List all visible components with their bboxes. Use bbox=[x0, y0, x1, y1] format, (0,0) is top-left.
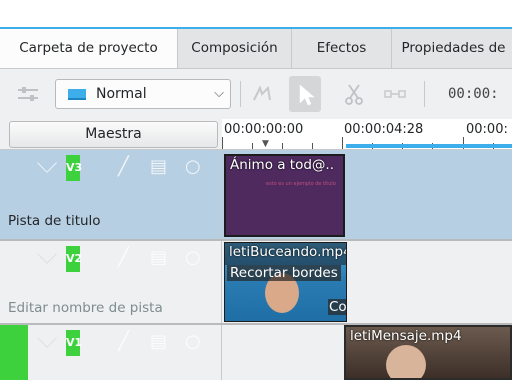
clip-label: letiBuceando.mp4 bbox=[229, 244, 347, 260]
track-name[interactable]: Editar nombre de pista bbox=[8, 300, 163, 316]
collapse-chevron-icon[interactable] bbox=[36, 329, 60, 349]
track-lane-v2[interactable]: letiBuceando.mp4 Recortar bordes Co bbox=[222, 241, 512, 323]
ruler-timecode: 00:00:04:28 bbox=[344, 122, 424, 137]
ruler-timecode: 00:00: bbox=[466, 122, 508, 137]
clip-subtitle: esto es un ejemplo de título bbox=[266, 181, 336, 187]
spacer-tool-icon[interactable] bbox=[248, 80, 276, 108]
track-config-icon[interactable] bbox=[14, 80, 42, 108]
clip-thumbnail bbox=[386, 345, 426, 378]
track-lane-v1[interactable]: letiMensaje.mp4 bbox=[222, 325, 512, 380]
composition-badge[interactable]: Co bbox=[328, 299, 346, 315]
tab-properties[interactable]: Propiedades de bbox=[392, 29, 512, 68]
track-badge[interactable]: V2 bbox=[66, 246, 82, 272]
track-header-v1[interactable]: V1 ╱ ▤ ○ bbox=[0, 325, 222, 380]
track-header-v3[interactable]: V3 ╱ ▤ ○ Pista de titulo bbox=[0, 150, 222, 239]
lock-icon[interactable]: ○ bbox=[185, 330, 201, 354]
ruler-tick bbox=[312, 143, 313, 149]
tab-project-bin[interactable]: Carpeta de proyecto bbox=[0, 29, 178, 68]
track-name[interactable]: Pista de titulo bbox=[8, 213, 101, 229]
save-icon[interactable]: ▤ bbox=[150, 246, 167, 270]
selection-tool-icon bbox=[299, 84, 315, 106]
edit-mode-value: Normal bbox=[96, 86, 147, 102]
effect-wand-icon[interactable]: ╱ bbox=[118, 155, 129, 179]
effect-tag[interactable]: Recortar bordes bbox=[227, 265, 341, 281]
razor-tool-icon[interactable] bbox=[340, 80, 368, 108]
collapse-chevron-icon[interactable] bbox=[36, 245, 60, 265]
ruler-tick bbox=[252, 143, 253, 149]
ruler-tick bbox=[342, 137, 343, 149]
effect-wand-icon[interactable]: ╱ bbox=[118, 330, 129, 354]
timeline-toolbar: Normal ⌵ bbox=[0, 69, 512, 119]
track-lane-v3[interactable]: Ánimo a tod@.. esto es un ejemplo de tít… bbox=[222, 150, 512, 239]
track-badge[interactable]: V1 bbox=[66, 330, 82, 356]
clip-label: Ánimo a tod@.. bbox=[230, 157, 335, 173]
selection-tool-button[interactable] bbox=[289, 76, 321, 112]
video-clip[interactable]: letiBuceando.mp4 Recortar bordes Co bbox=[224, 242, 347, 322]
edit-mode-dropdown[interactable]: Normal ⌵ bbox=[55, 79, 231, 109]
lock-icon[interactable]: ○ bbox=[185, 155, 201, 179]
slip-tool-icon[interactable] bbox=[381, 80, 409, 108]
tab-composition[interactable]: Composición bbox=[178, 29, 292, 68]
ruler-tick bbox=[282, 143, 283, 149]
lock-icon[interactable]: ○ bbox=[185, 246, 201, 270]
toolbar-divider bbox=[240, 81, 241, 107]
zone-bar[interactable] bbox=[346, 144, 512, 148]
title-clip[interactable]: Ánimo a tod@.. esto es un ejemplo de tít… bbox=[224, 154, 345, 237]
toolbar-divider bbox=[424, 81, 425, 107]
save-icon[interactable]: ▤ bbox=[150, 155, 167, 179]
collapse-chevron-icon[interactable] bbox=[36, 154, 60, 174]
tab-effects[interactable]: Efectos bbox=[292, 29, 392, 68]
effect-wand-icon[interactable]: ╱ bbox=[118, 246, 129, 270]
save-icon[interactable]: ▤ bbox=[150, 330, 167, 354]
timecode-display: 00:00: bbox=[448, 86, 499, 102]
active-track-indicator[interactable] bbox=[0, 325, 28, 380]
track-badge[interactable]: V3 bbox=[66, 155, 82, 181]
dock-tab-bar: Carpeta de proyecto Composición Efectos … bbox=[0, 29, 512, 69]
flag-icon bbox=[68, 89, 86, 100]
video-clip[interactable]: letiMensaje.mp4 bbox=[344, 325, 512, 380]
ruler-timecode: 00:00:00:00 bbox=[224, 122, 304, 137]
window-top-bar bbox=[0, 0, 512, 28]
master-button[interactable]: Maestra bbox=[9, 121, 218, 148]
ruler-tick bbox=[222, 137, 223, 149]
chevron-down-icon: ⌵ bbox=[214, 86, 224, 101]
clip-label: letiMensaje.mp4 bbox=[350, 328, 462, 344]
track-header-v2[interactable]: V2 ╱ ▤ ○ Editar nombre de pista bbox=[0, 241, 222, 323]
playhead-marker-icon[interactable]: ▼ bbox=[262, 140, 270, 149]
